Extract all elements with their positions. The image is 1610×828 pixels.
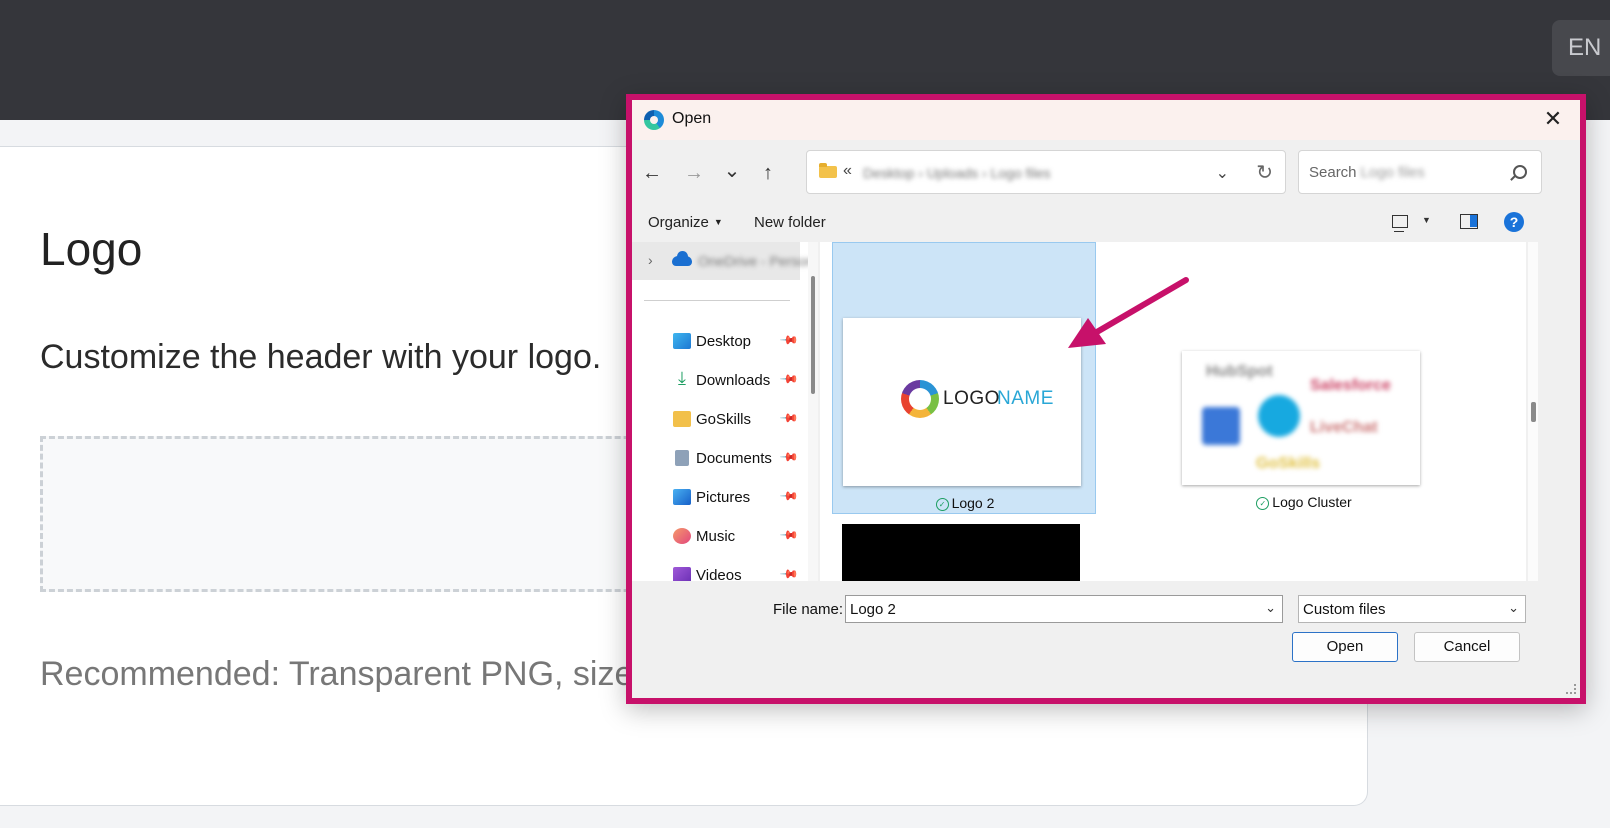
- expand-arrow-icon[interactable]: ›: [648, 252, 653, 268]
- page-title: Logo: [40, 223, 143, 275]
- sidebar-item-pictures[interactable]: Pictures 📌: [632, 480, 808, 516]
- back-icon[interactable]: ←: [638, 162, 666, 185]
- recent-locations-icon[interactable]: ⌄: [718, 158, 746, 183]
- blurred-logo: LiveChat: [1310, 419, 1378, 436]
- logo-word: LOGO: [943, 388, 1000, 409]
- preview-pane-icon[interactable]: [1460, 214, 1478, 229]
- sync-check-icon: ✓: [1256, 497, 1270, 510]
- recommendation-text: Recommended: Transparent PNG, size: [40, 655, 634, 693]
- sidebar-divider: [644, 300, 790, 301]
- language-button[interactable]: EN: [1552, 20, 1610, 76]
- music-icon: [673, 528, 691, 544]
- blurred-logo: Salesforce: [1310, 377, 1391, 394]
- close-icon[interactable]: ✕: [1540, 106, 1566, 132]
- sidebar-item-documents[interactable]: Documents 📌: [632, 441, 808, 477]
- file-name-input[interactable]: Logo 2 ⌄: [845, 595, 1283, 623]
- onedrive-cloud-icon: [672, 251, 692, 266]
- sidebar-scrollbar-thumb[interactable]: [811, 276, 815, 394]
- pin-icon[interactable]: 📌: [779, 525, 799, 545]
- file-type-select[interactable]: Custom files ⌄: [1298, 595, 1526, 623]
- view-dropdown-icon[interactable]: ▼: [1422, 215, 1431, 225]
- folder-icon: [673, 411, 691, 427]
- address-overflow-icon[interactable]: «: [843, 162, 852, 180]
- dialog-navbar: ← → ⌄ ↑ « Desktop › Uploads › Logo files…: [632, 140, 1580, 206]
- chevron-down-icon[interactable]: ⌄: [1265, 600, 1276, 616]
- dialog-titlebar[interactable]: Open ✕: [632, 100, 1580, 140]
- pin-icon[interactable]: 📌: [779, 564, 799, 581]
- folder-icon: [819, 163, 837, 178]
- file-pane-scrollbar[interactable]: [1528, 242, 1538, 581]
- open-file-dialog: Open ✕ ← → ⌄ ↑ « Desktop › Uploads › Log…: [626, 94, 1586, 704]
- sidebar-item-label: Videos: [696, 567, 742, 581]
- search-icon: [1513, 165, 1527, 179]
- videos-icon: [673, 567, 691, 581]
- sidebar-item-label: Downloads: [696, 372, 771, 389]
- sidebar-item-label: Documents: [696, 450, 772, 467]
- annotation-arrow-icon: [1068, 277, 1189, 348]
- sidebar-item-label: Pictures: [696, 489, 751, 506]
- view-mode-icon[interactable]: [1392, 215, 1408, 232]
- blurred-logo: GoSkills: [1256, 455, 1321, 472]
- pin-icon[interactable]: 📌: [779, 486, 799, 506]
- logo-word: NAME: [997, 388, 1054, 409]
- organize-button[interactable]: Organize ▼: [648, 214, 723, 231]
- sidebar-item-videos[interactable]: Videos 📌: [632, 558, 808, 581]
- sidebar-item-label: GoSkills: [696, 411, 752, 428]
- file-pane-scrollbar-thumb[interactable]: [1531, 402, 1536, 422]
- open-button[interactable]: Open: [1292, 632, 1398, 662]
- dialog-toolbar: Organize ▼ New folder ▼ ?: [632, 206, 1580, 242]
- file-name-label: File name:: [773, 601, 844, 618]
- file-thumbnail: LOGO NAME: [843, 318, 1081, 486]
- file-item-dark-thumbnail[interactable]: [842, 524, 1080, 581]
- downloads-icon: ⤓: [678, 368, 686, 388]
- logo-ring-icon: [901, 380, 939, 418]
- documents-icon: [675, 450, 689, 466]
- blurred-logo: [1258, 395, 1300, 437]
- pin-icon[interactable]: 📌: [779, 408, 799, 428]
- onedrive-label: OneDrive - Personal: [698, 253, 808, 269]
- up-folder-icon[interactable]: ↑: [754, 162, 782, 185]
- sidebar-item-goskills[interactable]: GoSkills 📌: [632, 402, 808, 438]
- address-path: Desktop › Uploads › Logo files: [863, 165, 1051, 181]
- sync-check-icon: ✓: [935, 498, 949, 511]
- sidebar-item-downloads[interactable]: ⤓ Downloads 📌: [632, 363, 808, 399]
- address-bar[interactable]: « Desktop › Uploads › Logo files ⌄ ↻: [806, 150, 1286, 194]
- file-type-value: Custom files: [1303, 601, 1386, 618]
- chevron-down-icon[interactable]: ⌄: [1508, 600, 1519, 616]
- file-name-value: Logo 2: [850, 601, 896, 618]
- new-folder-button[interactable]: New folder: [754, 214, 826, 231]
- chevron-down-icon[interactable]: ⌄: [1216, 163, 1229, 183]
- sidebar-item-onedrive[interactable]: › OneDrive - Personal: [632, 242, 808, 280]
- dialog-title: Open: [672, 110, 712, 127]
- file-item-logo-2[interactable]: LOGO NAME ✓ Logo 2: [832, 242, 1096, 514]
- navigation-pane: › OneDrive - Personal Desktop 📌 ⤓ Downlo…: [632, 242, 808, 581]
- desktop-icon: [673, 333, 691, 349]
- sidebar-item-label: Desktop: [696, 333, 752, 350]
- file-name-label: ✓ Logo Cluster: [1172, 494, 1436, 510]
- sidebar-item-desktop[interactable]: Desktop 📌: [632, 324, 808, 360]
- blurred-logo: HubSpot: [1206, 363, 1273, 380]
- sidebar-scrollbar[interactable]: [808, 242, 818, 581]
- refresh-icon[interactable]: ↻: [1256, 160, 1273, 185]
- help-icon[interactable]: ?: [1504, 212, 1524, 232]
- file-name-label: ✓ Logo 2: [833, 495, 1097, 511]
- pin-icon[interactable]: 📌: [779, 330, 799, 350]
- file-thumbnail: HubSpot Salesforce LiveChat GoSkills: [1182, 351, 1420, 485]
- cancel-button[interactable]: Cancel: [1414, 632, 1520, 662]
- search-placeholder: Search Logo files: [1309, 164, 1425, 181]
- sidebar-item-music[interactable]: Music 📌: [632, 519, 808, 555]
- pictures-icon: [673, 489, 691, 505]
- search-input[interactable]: Search Logo files: [1298, 150, 1542, 194]
- page-description: Customize the header with your logo.: [40, 338, 602, 376]
- resize-grip-icon[interactable]: [1566, 684, 1576, 694]
- forward-icon[interactable]: →: [680, 162, 708, 185]
- sidebar-item-label: Music: [696, 528, 736, 545]
- pin-icon[interactable]: 📌: [779, 369, 799, 389]
- edge-browser-icon: [644, 110, 664, 130]
- blurred-logo: [1202, 407, 1240, 445]
- dialog-footer: File name: Logo 2 ⌄ Custom files ⌄ Open …: [632, 581, 1580, 698]
- pin-icon[interactable]: 📌: [779, 447, 799, 467]
- file-item-logo-cluster[interactable]: HubSpot Salesforce LiveChat GoSkills ✓ Lo…: [1172, 242, 1436, 514]
